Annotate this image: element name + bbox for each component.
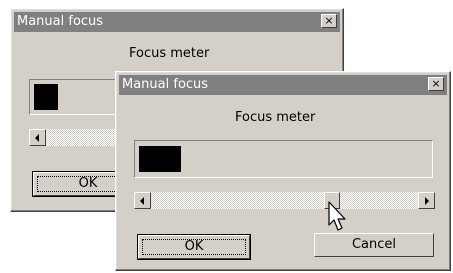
front-ok-label: OK [184,239,204,254]
close-icon[interactable]: × [321,14,337,28]
front-scroll-left-button[interactable] [134,192,151,209]
front-focus-meter-bar [139,146,181,172]
back-meter-label: Focus meter [129,46,210,61]
back-ok-label: OK [78,176,98,191]
back-dialog-titlebar[interactable]: Manual focus × [14,12,340,32]
front-dialog: Manual focus × Focus meter OK Cancel [115,71,451,271]
front-focus-meter [134,140,433,178]
front-meter-label: Focus meter [235,110,316,125]
front-cancel-label: Cancel [351,237,397,252]
front-dialog-titlebar[interactable]: Manual focus × [119,75,447,95]
back-focus-meter-bar [34,84,58,110]
front-focus-slider[interactable] [134,192,435,209]
mouse-pointer-icon [328,201,346,231]
front-dialog-title: Manual focus [122,77,209,92]
front-ok-button[interactable]: OK [137,234,251,260]
scroll-left-arrow-icon [35,134,39,142]
back-dialog-title: Manual focus [17,14,104,29]
back-scroll-left-button[interactable] [29,129,46,146]
front-cancel-button[interactable]: Cancel [314,233,434,257]
close-icon[interactable]: × [428,77,444,91]
scroll-left-arrow-icon [140,197,144,205]
front-scroll-right-button[interactable] [418,192,435,209]
scroll-right-arrow-icon [425,197,429,205]
front-slider-track[interactable] [151,192,418,209]
